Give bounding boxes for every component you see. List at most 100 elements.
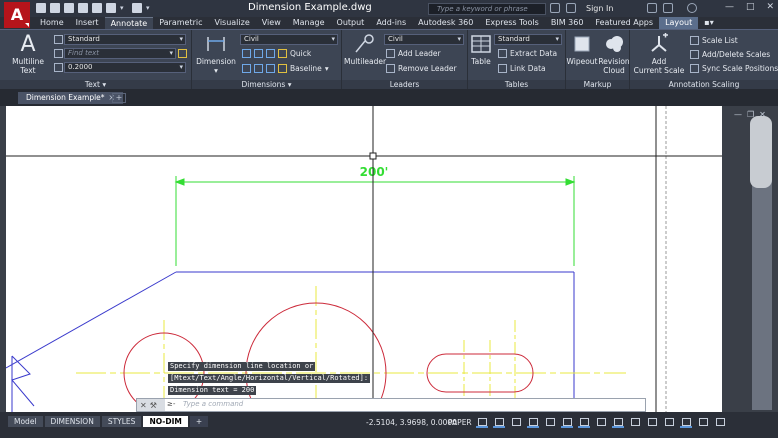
open-file-icon[interactable] xyxy=(50,3,60,13)
text-height-select[interactable]: 0.2000 xyxy=(64,62,186,73)
save-as-icon[interactable] xyxy=(78,3,88,13)
tab-layout[interactable]: Layout xyxy=(659,17,699,29)
command-input[interactable]: Type a command xyxy=(183,400,243,408)
dimension-style-select[interactable]: Civil xyxy=(240,34,338,45)
undo-icon[interactable] xyxy=(106,3,116,13)
remove-leader-button[interactable]: Remove Leader xyxy=(386,64,457,73)
baseline-icon[interactable] xyxy=(278,64,287,73)
tab-annotate[interactable]: Annotate xyxy=(104,17,154,29)
multiline-text-button[interactable]: A Multiline Text xyxy=(10,33,46,76)
layout-tab-no-dim[interactable]: NO-DIM xyxy=(143,416,188,427)
help-icon[interactable] xyxy=(687,3,698,13)
baseline-button[interactable]: Baseline xyxy=(290,64,322,73)
break-icon[interactable] xyxy=(242,49,251,58)
quick-dimension-button[interactable]: Quick xyxy=(290,49,311,58)
polar-icon[interactable] xyxy=(527,417,539,428)
close-icon[interactable]: ✕ xyxy=(766,2,774,12)
holes[interactable] xyxy=(123,302,534,412)
add-delete-scales-button[interactable]: Add/Delete Scales xyxy=(690,50,770,59)
maximize-icon[interactable]: □ xyxy=(746,2,755,12)
exchange-icon[interactable] xyxy=(647,3,658,13)
user-icon[interactable] xyxy=(566,3,576,13)
isolate-icon[interactable] xyxy=(663,417,675,428)
undo-dropdown-icon[interactable]: ▾ xyxy=(120,3,128,13)
sync-scale-positions-button[interactable]: Sync Scale Positions xyxy=(690,64,778,73)
help-search-input[interactable]: Type a keyword or phrase xyxy=(428,3,546,15)
wrench-icon[interactable]: ⚒ xyxy=(150,401,157,410)
add-current-scale-button[interactable]: Add Current Scale xyxy=(632,33,686,75)
part-outline[interactable] xyxy=(6,271,575,412)
tab-visualize[interactable]: Visualize xyxy=(209,17,256,29)
ribbon-options-icon[interactable]: ▪▾ xyxy=(698,17,719,29)
tab-insert[interactable]: Insert xyxy=(70,17,105,29)
tab-bim-360[interactable]: BIM 360 xyxy=(545,17,590,29)
new-tab-button[interactable]: + xyxy=(112,93,126,103)
paper-space-toggle[interactable]: PAPER xyxy=(448,418,472,427)
navigation-bar[interactable] xyxy=(750,116,772,188)
close-command-line-icon[interactable]: ✕ xyxy=(140,401,147,410)
multileader-style-select[interactable]: Civil xyxy=(384,34,464,45)
clean-screen-icon[interactable] xyxy=(697,417,709,428)
lineweight-icon[interactable] xyxy=(595,417,607,428)
annotation-scale-icon[interactable] xyxy=(612,417,624,428)
snap-icon[interactable] xyxy=(493,417,505,428)
add-layout-button[interactable]: + xyxy=(189,416,209,427)
object-snap-icon[interactable] xyxy=(561,417,573,428)
redo-dropdown-icon[interactable]: ▾ xyxy=(146,3,154,13)
update-icon[interactable] xyxy=(266,64,275,73)
extract-data-button[interactable]: Extract Data xyxy=(498,49,557,58)
link-data-button[interactable]: Link Data xyxy=(498,64,546,73)
coordinates-readout[interactable]: -2.5104, 3.9698, 0.0000 xyxy=(366,418,457,427)
table-button[interactable]: Table xyxy=(470,33,492,66)
adjust-space-icon[interactable] xyxy=(254,49,263,58)
dimension-text[interactable]: 200' xyxy=(360,165,389,179)
annotation-visibility-icon[interactable] xyxy=(578,417,590,428)
add-leader-button[interactable]: Add Leader xyxy=(386,49,441,58)
find-text-input[interactable]: Find text xyxy=(64,48,176,59)
workspace-gear-icon[interactable] xyxy=(629,417,641,428)
tab-manage[interactable]: Manage xyxy=(287,17,331,29)
quick-dimension-icon[interactable] xyxy=(278,49,287,58)
revision-cloud-button[interactable]: Revision Cloud xyxy=(598,33,630,75)
layout-tab-model[interactable]: Model xyxy=(8,416,43,427)
tab-output[interactable]: Output xyxy=(331,17,371,29)
multileader-button[interactable]: Multileader xyxy=(344,33,386,66)
tab-home[interactable]: Home xyxy=(34,17,70,29)
star-icon[interactable] xyxy=(663,3,674,13)
layout-tab-styles[interactable]: STYLES xyxy=(101,416,142,427)
binoculars-icon[interactable] xyxy=(550,3,560,13)
text-style-select[interactable]: Standard xyxy=(64,34,186,45)
grid-icon[interactable] xyxy=(476,417,488,428)
sign-in-link[interactable]: Sign In xyxy=(586,4,613,13)
tab-express-tools[interactable]: Express Tools xyxy=(479,17,545,29)
find-replace-icon[interactable] xyxy=(178,49,187,58)
tab-add-ins[interactable]: Add-ins xyxy=(370,17,412,29)
tab-featured-apps[interactable]: Featured Apps xyxy=(589,17,659,29)
viewport-restore-icon[interactable]: ❐ xyxy=(747,110,754,119)
application-menu-button[interactable]: A xyxy=(4,2,30,28)
viewport-minimize-icon[interactable]: — xyxy=(734,110,742,119)
drawing-canvas[interactable]: 200' Specify dimension line location or … xyxy=(6,106,722,412)
layout-tab-dimension[interactable]: DIMENSION xyxy=(44,416,100,427)
tab-view[interactable]: View xyxy=(256,17,287,29)
ortho-icon[interactable] xyxy=(510,417,522,428)
table-style-select[interactable]: Standard xyxy=(494,34,562,45)
linear-dimension[interactable] xyxy=(174,176,576,266)
hardware-acceleration-icon[interactable] xyxy=(680,417,692,428)
dimension-button[interactable]: Dimension ▾ xyxy=(196,33,236,75)
plot-icon[interactable] xyxy=(92,3,102,13)
plus-icon[interactable] xyxy=(646,417,658,428)
new-file-icon[interactable] xyxy=(36,3,46,13)
redo-icon[interactable] xyxy=(132,3,142,13)
inspect-icon[interactable] xyxy=(242,64,251,73)
jogged-icon[interactable] xyxy=(254,64,263,73)
save-icon[interactable] xyxy=(64,3,74,13)
customization-menu-icon[interactable] xyxy=(714,417,726,428)
file-tab-dimension-example[interactable]: Dimension Example* × xyxy=(18,92,123,104)
isodraft-icon[interactable] xyxy=(544,417,556,428)
wipeout-button[interactable]: Wipeout xyxy=(566,33,598,66)
tab-autodesk-360[interactable]: Autodesk 360 xyxy=(412,17,479,29)
scale-list-button[interactable]: Scale List xyxy=(690,36,738,45)
minimize-icon[interactable]: — xyxy=(725,2,734,12)
viewport-close-icon[interactable]: ✕ xyxy=(759,110,766,119)
